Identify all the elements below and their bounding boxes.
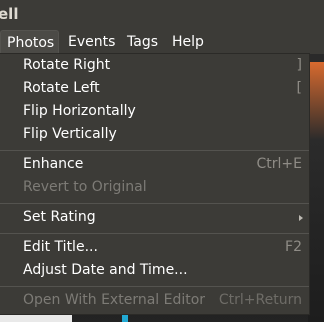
menu-item-revert-to-original: Revert to Original	[0, 176, 309, 199]
menu-item-label: Open With External Editor	[23, 292, 206, 308]
window-titlebar: ell	[0, 0, 324, 30]
photos-dropdown-menu: Rotate Right ] Rotate Left [ Flip Horizo…	[0, 53, 310, 315]
menu-item-rotate-left[interactable]: Rotate Left [	[0, 77, 309, 100]
submenu-arrow-icon	[299, 215, 303, 221]
menu-item-enhance[interactable]: Enhance Ctrl+E	[0, 153, 309, 176]
menu-item-set-rating[interactable]: Set Rating	[0, 206, 309, 229]
menu-separator	[0, 150, 309, 151]
menu-item-label: Adjust Date and Time...	[23, 262, 188, 278]
menu-item-rotate-right[interactable]: Rotate Right ]	[0, 54, 309, 77]
menu-item-shortcut: Ctrl+Return	[218, 292, 302, 308]
menu-item-edit-title[interactable]: Edit Title... F2	[0, 236, 309, 259]
menu-events[interactable]: Events	[68, 30, 115, 54]
menu-item-flip-horizontally[interactable]: Flip Horizontally	[0, 100, 309, 123]
photo-thumbnail-edge	[308, 62, 324, 322]
menu-item-shortcut: ]	[296, 57, 302, 73]
menu-item-label: Set Rating	[23, 209, 96, 225]
menu-item-shortcut: F2	[285, 239, 302, 255]
menu-item-shortcut: [	[296, 80, 302, 96]
menu-item-label: Revert to Original	[23, 179, 147, 195]
window-title: ell	[0, 5, 19, 23]
menu-separator	[0, 233, 309, 234]
menu-item-label: Edit Title...	[23, 239, 98, 255]
menu-item-open-external-editor: Open With External Editor Ctrl+Return	[0, 289, 309, 312]
menu-separator	[0, 203, 309, 204]
menu-item-shortcut: Ctrl+E	[256, 156, 303, 172]
menu-item-label: Flip Vertically	[23, 126, 117, 142]
menu-item-adjust-date-time[interactable]: Adjust Date and Time...	[0, 259, 309, 282]
menubar: Photos Events Tags Help	[0, 30, 324, 54]
menu-item-label: Rotate Right	[23, 57, 111, 73]
menu-item-flip-vertically[interactable]: Flip Vertically	[0, 123, 309, 146]
menu-photos[interactable]: Photos	[0, 30, 59, 54]
menu-item-label: Rotate Left	[23, 80, 100, 96]
menu-tags[interactable]: Tags	[127, 30, 158, 54]
menu-item-label: Flip Horizontally	[23, 103, 136, 119]
menu-item-label: Enhance	[23, 156, 84, 172]
menu-separator	[0, 286, 309, 287]
menu-help[interactable]: Help	[172, 30, 204, 54]
